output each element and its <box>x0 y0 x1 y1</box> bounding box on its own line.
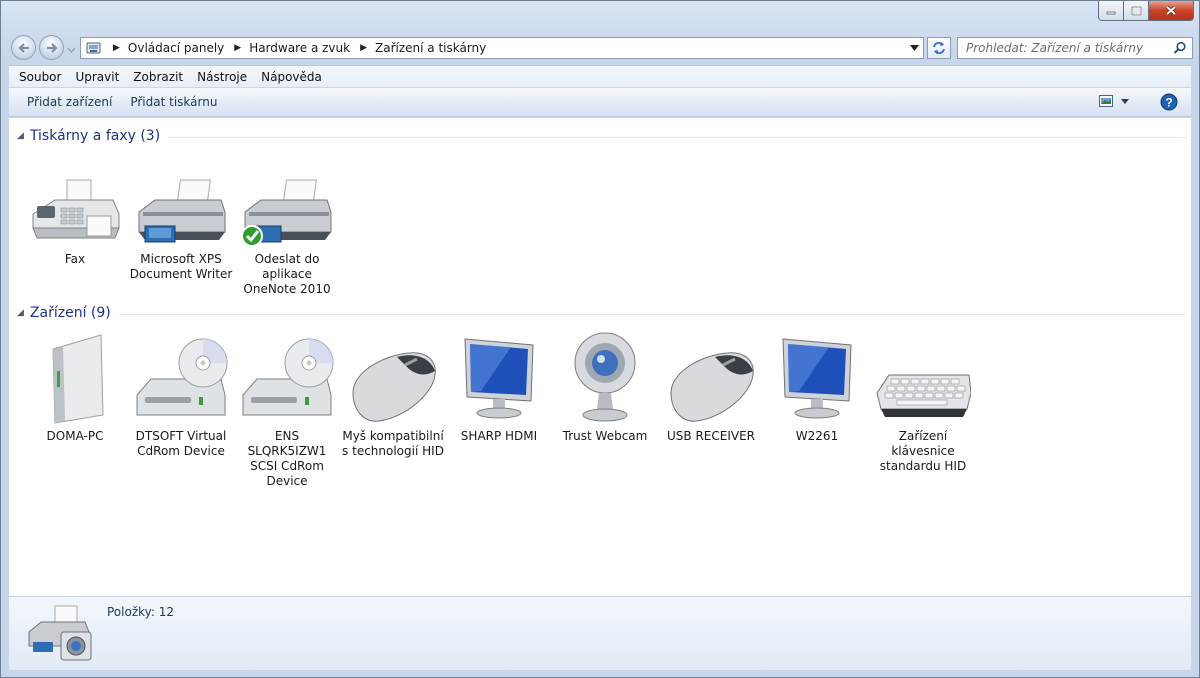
breadcrumb-devices-printers[interactable]: Zařízení a tiskárny <box>375 41 486 55</box>
collapse-triangle-icon[interactable]: ◢ <box>17 131 24 141</box>
help-button[interactable]: ? <box>1160 93 1178 114</box>
change-view-icon[interactable] <box>1099 95 1113 107</box>
group-divider <box>168 136 1187 138</box>
device-label: DTSOFT Virtual CdRom Device <box>135 429 227 458</box>
details-pane: Položky: 12 <box>9 596 1191 670</box>
minimize-icon <box>1106 11 1116 14</box>
minimize-button[interactable] <box>1098 1 1124 21</box>
forward-arrow-icon <box>46 42 58 53</box>
breadcrumb-control-panel[interactable]: Ovládací panely <box>128 41 224 55</box>
control-panel-icon <box>86 42 101 54</box>
address-history-dropdown[interactable] <box>905 38 923 58</box>
search-icon[interactable] <box>1173 41 1187 55</box>
device-label: Odeslat do aplikace OneNote 2010 <box>243 252 331 296</box>
breadcrumb-arrow-icon[interactable]: ▶ <box>113 43 120 53</box>
devices-printers-icon <box>28 605 92 661</box>
device-tile-fax[interactable]: Fax <box>22 176 128 297</box>
device-tile-hid-mouse[interactable]: Myš kompatibilní s technologií HID <box>340 331 446 489</box>
device-label: DOMA-PC <box>46 429 104 443</box>
devices-list: DOMA-PC DTSOFT Virtual CdRom Device ENS … <box>22 331 976 489</box>
refresh-icon <box>933 42 945 54</box>
monitor-icon <box>464 338 534 419</box>
device-label: W2261 <box>795 429 839 443</box>
breadcrumb-arrow-icon[interactable]: ▶ <box>234 43 241 53</box>
forward-button[interactable] <box>39 35 64 60</box>
help-icon: ? <box>1160 93 1178 111</box>
group-divider <box>118 313 1187 315</box>
menu-edit[interactable]: Upravit <box>68 70 126 84</box>
maximize-icon <box>1130 5 1142 16</box>
add-device-button[interactable]: Přidat zařízení <box>18 95 121 109</box>
cdrom-drive-icon <box>242 338 334 416</box>
group-title-printers: Tiskárny a faxy (3) <box>29 128 161 144</box>
cdrom-drive-icon <box>136 338 228 416</box>
device-tile-xps-writer[interactable]: Microsoft XPS Document Writer <box>128 176 234 297</box>
maximize-button[interactable] <box>1124 1 1149 21</box>
device-tile-w2261[interactable]: W2261 <box>764 331 870 489</box>
chevron-down-icon <box>67 47 76 53</box>
menu-bar: Soubor Upravit Zobrazit Nástroje Nápověd… <box>9 65 1191 88</box>
menu-file[interactable]: Soubor <box>12 70 68 84</box>
command-bar: Přidat zařízení Přidat tiskárnu ? <box>9 88 1191 117</box>
close-icon <box>1165 5 1177 16</box>
group-title-devices: Zařízení (9) <box>29 305 111 321</box>
printer-default-icon <box>241 179 332 247</box>
device-tile-usb-receiver[interactable]: USB RECEIVER <box>658 331 764 489</box>
menu-view[interactable]: Zobrazit <box>126 70 190 84</box>
breadcrumb: ▶ Ovládací panely ▶ Hardware a zvuk ▶ Za… <box>103 41 486 55</box>
back-button[interactable] <box>11 35 36 60</box>
keyboard-icon <box>876 374 971 417</box>
address-bar[interactable]: ▶ Ovládací panely ▶ Hardware a zvuk ▶ Za… <box>80 37 924 59</box>
group-header-devices[interactable]: ◢ Zařízení (9) <box>17 305 1187 321</box>
refresh-button[interactable] <box>927 37 951 59</box>
monitor-icon <box>782 338 852 419</box>
computer-tower-icon <box>52 334 104 424</box>
device-label: Fax <box>64 252 86 266</box>
device-tile-onenote[interactable]: Odeslat do aplikace OneNote 2010 <box>234 176 340 297</box>
back-arrow-icon <box>17 42 29 53</box>
device-tile-doma-pc[interactable]: DOMA-PC <box>22 331 128 489</box>
view-dropdown-icon[interactable] <box>1121 98 1129 104</box>
devices-view: ◢ Tiskárny a faxy (3) Fax Microsoft XPS … <box>9 118 1191 596</box>
item-count: Položky: 12 <box>107 605 175 619</box>
device-tile-dtsoft-cdrom[interactable]: DTSOFT Virtual CdRom Device <box>128 331 234 489</box>
device-tile-hid-keyboard[interactable]: Zařízení klávesnice standardu HID <box>870 331 976 489</box>
navigation-bar: ▶ Ovládací panely ▶ Hardware a zvuk ▶ Za… <box>9 33 1193 61</box>
svg-text:?: ? <box>1165 96 1172 110</box>
device-tile-trust-webcam[interactable]: Trust Webcam <box>552 331 658 489</box>
menu-help[interactable]: Nápověda <box>254 70 329 84</box>
device-label: Trust Webcam <box>562 429 648 443</box>
breadcrumb-arrow-icon[interactable]: ▶ <box>360 43 367 53</box>
device-tile-ens-cdrom[interactable]: ENS SLQRK5IZW1 SCSI CdRom Device <box>234 331 340 489</box>
caption-buttons <box>1098 1 1194 21</box>
printers-list: Fax Microsoft XPS Document Writer Odesla… <box>22 176 340 297</box>
device-tile-sharp-hdmi[interactable]: SHARP HDMI <box>446 331 552 489</box>
device-label: Microsoft XPS Document Writer <box>129 252 233 281</box>
group-header-printers[interactable]: ◢ Tiskárny a faxy (3) <box>17 128 1187 144</box>
chevron-down-icon <box>909 45 919 51</box>
fax-icon <box>32 179 120 239</box>
mouse-icon <box>670 352 754 422</box>
view-options <box>1099 95 1129 107</box>
printer-icon <box>138 179 226 243</box>
device-label: Myš kompatibilní s technologií HID <box>342 429 444 458</box>
search-box[interactable]: Prohledat: Zařízení a tiskárny <box>957 37 1193 59</box>
webcam-icon <box>574 332 636 422</box>
device-label: USB RECEIVER <box>667 429 755 443</box>
mouse-icon <box>352 352 436 422</box>
device-label: Zařízení klávesnice standardu HID <box>879 429 967 473</box>
explorer-window: ▶ Ovládací panely ▶ Hardware a zvuk ▶ Za… <box>0 0 1200 678</box>
device-label: SHARP HDMI <box>460 429 538 443</box>
breadcrumb-hardware-sound[interactable]: Hardware a zvuk <box>249 41 350 55</box>
search-placeholder[interactable]: Prohledat: Zařízení a tiskárny <box>966 41 1143 55</box>
collapse-triangle-icon[interactable]: ◢ <box>17 308 24 318</box>
recent-pages-dropdown[interactable] <box>67 43 76 57</box>
close-button[interactable] <box>1149 1 1194 21</box>
add-printer-button[interactable]: Přidat tiskárnu <box>121 95 226 109</box>
device-label: ENS SLQRK5IZW1 SCSI CdRom Device <box>247 429 327 488</box>
menu-tools[interactable]: Nástroje <box>190 70 254 84</box>
